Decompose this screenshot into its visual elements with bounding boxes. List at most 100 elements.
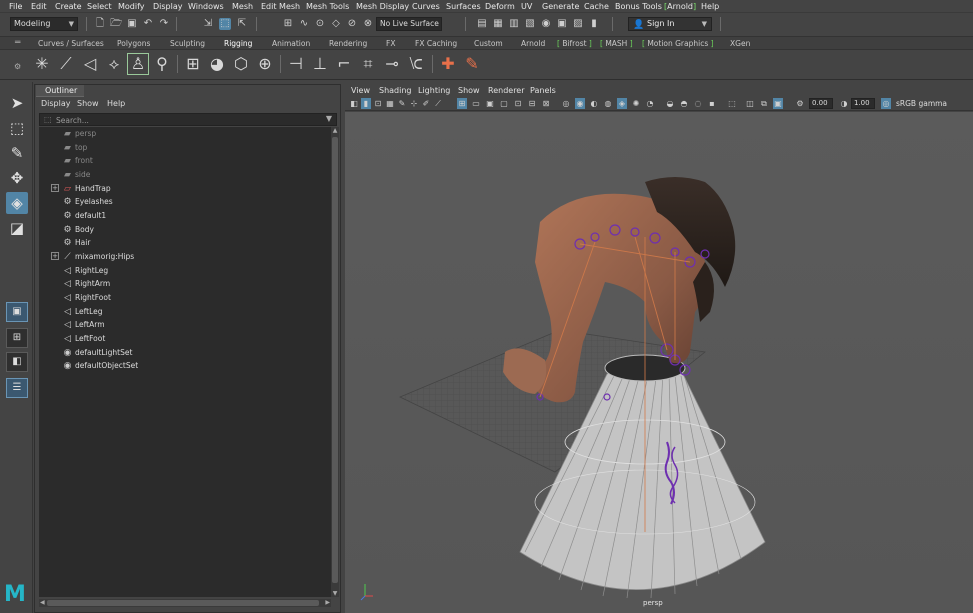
snap-point-icon[interactable]: ⊙ (314, 18, 326, 30)
menu-help[interactable]: Help (701, 2, 719, 11)
parent-constraint-icon[interactable]: ⊸ (382, 54, 402, 74)
motion-blur-icon[interactable]: ◓ (679, 98, 689, 109)
safe-title-icon[interactable]: ⊠ (541, 98, 551, 109)
tab-rigging[interactable]: Rigging (217, 36, 259, 51)
move-tool-icon[interactable]: ✥ (6, 167, 28, 189)
tab-curves-surfaces[interactable]: Curves / Surfaces (38, 39, 104, 48)
render-settings-icon[interactable]: ▤ (476, 18, 488, 30)
four-pane-layout-icon[interactable]: ⊞ (6, 328, 28, 348)
toggle-panel-icon[interactable]: ▮ (588, 18, 600, 30)
menu-file[interactable]: File (9, 2, 22, 11)
smooth-shade-icon[interactable]: ◉ (575, 98, 585, 109)
menu-uv[interactable]: UV (521, 2, 532, 11)
list-item[interactable]: ◁ LeftLeg (39, 306, 331, 319)
paint-select-icon[interactable]: ✎ (6, 142, 28, 164)
ipr-render-icon[interactable]: ▧ (524, 18, 536, 30)
menu-windows[interactable]: Windows (188, 2, 224, 11)
snap-grid-icon[interactable]: ⊞ (282, 18, 294, 30)
anti-aliasing-icon[interactable]: ◌ (693, 98, 703, 109)
menu-curves[interactable]: Curves (412, 2, 440, 11)
scroll-up-icon[interactable]: ▲ (331, 127, 339, 134)
menu-select[interactable]: Select (87, 2, 112, 11)
hypershade-icon[interactable]: ◉ (540, 18, 552, 30)
outliner-menu-show[interactable]: Show (77, 99, 99, 108)
wireframe-icon[interactable]: ◎ (561, 98, 571, 109)
use-all-lights-icon[interactable]: ✺ (631, 98, 641, 109)
viewport-menu-renderer[interactable]: Renderer (488, 86, 525, 95)
tab-arnold[interactable]: Arnold (521, 39, 545, 48)
tab-fx[interactable]: FX (386, 39, 395, 48)
tab-animation[interactable]: Animation (272, 39, 310, 48)
render-current-icon[interactable]: ▥ (508, 18, 520, 30)
set-key-icon[interactable]: ✚ (438, 54, 458, 74)
viewport-menu-panels[interactable]: Panels (530, 86, 556, 95)
grease-pencil-icon[interactable]: ✎ (397, 98, 407, 109)
outliner-vertical-scrollbar[interactable]: ▲ ▼ (331, 127, 339, 597)
expand-icon[interactable]: + (51, 184, 59, 192)
xray-icon[interactable]: ◫ (745, 98, 755, 109)
lasso-tool-icon[interactable]: ⬚ (6, 117, 28, 139)
expand-icon[interactable]: + (51, 252, 59, 260)
wireframe-on-shaded-icon[interactable]: ◍ (603, 98, 613, 109)
list-item[interactable]: ⚙ Body (39, 224, 331, 237)
outliner-layout-icon[interactable]: ☰ (6, 378, 28, 398)
tab-bifrost[interactable]: [ Bifrost ] (557, 39, 592, 48)
scroll-thumb[interactable] (332, 137, 338, 583)
film-gate-icon[interactable]: ▭ (471, 98, 481, 109)
tab-mash[interactable]: [ MASH ] (600, 39, 633, 48)
new-scene-icon[interactable]: 🗋 (94, 18, 106, 30)
scale-tool-icon[interactable]: ◪ (6, 217, 28, 239)
list-item[interactable]: ▰ persp (39, 128, 331, 141)
tab-rendering[interactable]: Rendering (329, 39, 367, 48)
select-hierarchy-icon[interactable]: ⇲ (202, 18, 214, 30)
joint-tool-icon[interactable]: ✳ (32, 54, 52, 74)
list-item[interactable]: ▰ side (39, 169, 331, 182)
menu-bonus-tools[interactable]: Bonus Tools (615, 2, 662, 11)
outliner-menu-help[interactable]: Help (107, 99, 125, 108)
list-item[interactable]: ◉ defaultObjectSet (39, 360, 331, 373)
select-tool-icon[interactable]: ➤ (6, 92, 28, 114)
grid-icon[interactable]: ⊞ (457, 98, 467, 109)
scroll-left-icon[interactable]: ◀ (40, 599, 45, 606)
orient-constraint-icon[interactable]: ⌐ (334, 54, 354, 74)
scale-constraint-icon[interactable]: ⌗ (358, 54, 378, 74)
render-view-icon[interactable]: ▦ (492, 18, 504, 30)
gamma-field[interactable]: 1.00 (851, 98, 875, 109)
depth-of-field-icon[interactable]: ▪ (707, 98, 717, 109)
menu-modify[interactable]: Modify (118, 2, 145, 11)
menu-edit-mesh[interactable]: Edit Mesh (261, 2, 300, 11)
ik-spline-icon[interactable]: ◁ (80, 54, 100, 74)
snap-curve-icon[interactable]: ∿ (298, 18, 310, 30)
mode-selector[interactable]: Modeling ▼ (10, 17, 78, 31)
exposure-icon[interactable]: ⚙ (795, 98, 805, 109)
list-item[interactable]: ◁ RightFoot (39, 292, 331, 305)
menu-mesh[interactable]: Mesh (232, 2, 253, 11)
cluster-icon[interactable]: ◕ (207, 54, 227, 74)
color-management-icon[interactable]: ◎ (881, 98, 891, 109)
menu-mesh-tools[interactable]: Mesh Tools (306, 2, 349, 11)
outliner-horizontal-scrollbar[interactable]: ◀ ▶ (39, 599, 331, 607)
tab-motion-graphics[interactable]: [ Motion Graphics ] (642, 39, 714, 48)
humanik-icon[interactable]: ♙ (127, 53, 149, 75)
single-pane-layout-icon[interactable]: ▣ (6, 302, 28, 322)
tab-xgen[interactable]: XGen (730, 39, 750, 48)
rotate-tool-icon[interactable]: ◈ (6, 192, 28, 214)
select-object-icon[interactable]: ⬚ (219, 18, 231, 30)
list-item[interactable]: ⚙ default1 (39, 210, 331, 223)
menu-mesh-display[interactable]: Mesh Display (356, 2, 409, 11)
image-plane-icon[interactable]: ▦ (385, 98, 395, 109)
arnold-render-icon[interactable]: ▣ (556, 18, 568, 30)
textured-icon[interactable]: ◈ (617, 98, 627, 109)
undo-icon[interactable]: ↶ (142, 18, 154, 30)
menu-deform[interactable]: Deform (485, 2, 515, 11)
ambient-occlusion-icon[interactable]: ◒ (665, 98, 675, 109)
skeleton-icon[interactable]: ⚲ (152, 54, 172, 74)
snap-plane-icon[interactable]: ◇ (330, 18, 342, 30)
search-input[interactable] (56, 115, 306, 125)
list-item[interactable]: ▰ front (39, 155, 331, 168)
field-chart-icon[interactable]: ⊡ (513, 98, 523, 109)
select-camera-icon[interactable]: ◧ (349, 98, 359, 109)
viewport-menu-view[interactable]: View (351, 86, 370, 95)
arnold-ipr-icon[interactable]: ▨ (572, 18, 584, 30)
menu-surfaces[interactable]: Surfaces (446, 2, 481, 11)
